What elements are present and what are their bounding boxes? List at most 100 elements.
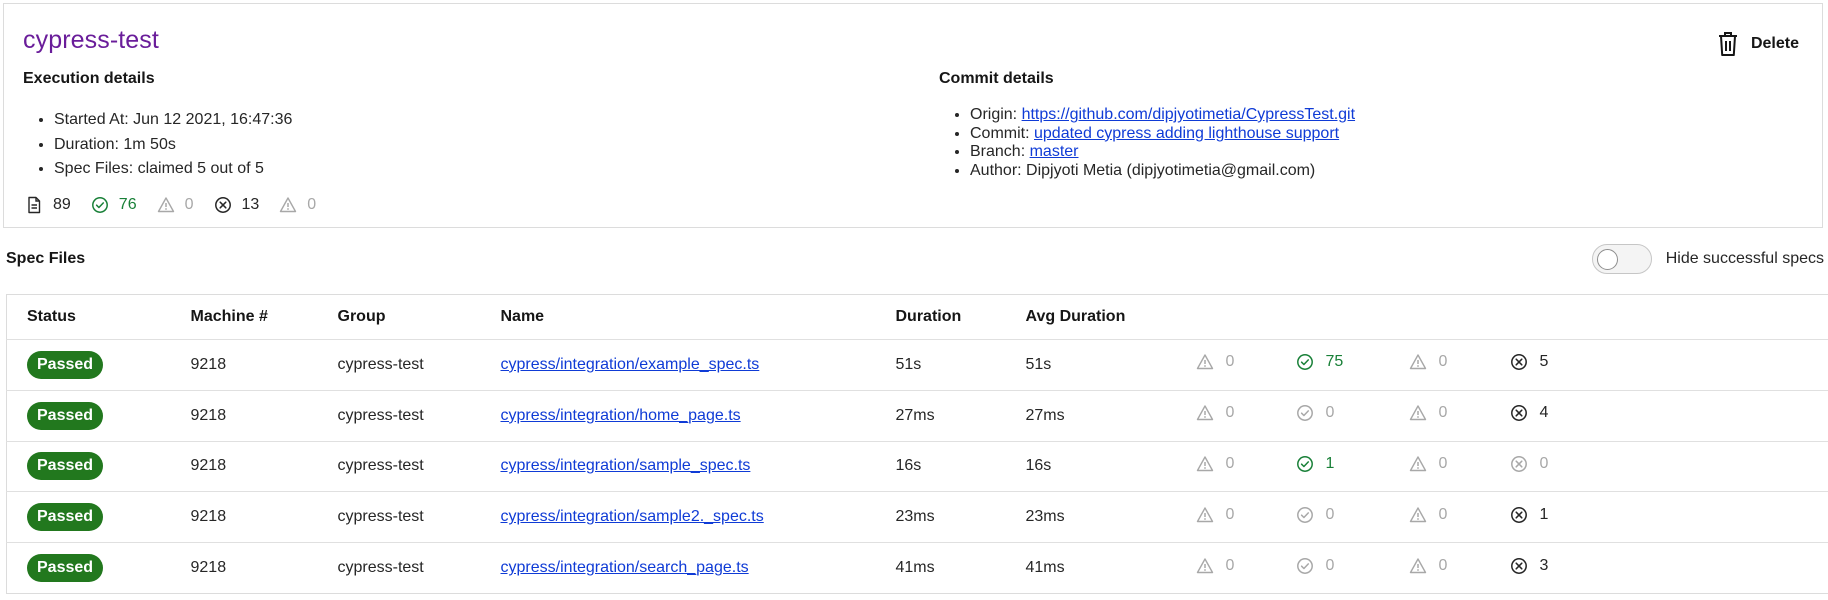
duration-cell: 27ms <box>875 390 1006 442</box>
group-cell: cypress-test <box>337 559 424 577</box>
group-cell: cypress-test <box>317 339 481 391</box>
spec-link[interactable]: cypress/integration/sample2._spec.ts <box>501 508 764 525</box>
spacer-cell <box>1589 491 1828 544</box>
passes-cell: 0 <box>1275 390 1389 442</box>
col-status: Status <box>6 294 171 340</box>
check-circle-icon <box>1296 557 1314 575</box>
stat-passes: 76 <box>91 196 137 214</box>
pending-stat: 0 <box>1409 353 1448 371</box>
status-badge: Passed <box>27 503 104 532</box>
failures-cell: 3 <box>1490 543 1590 594</box>
warning-triangle-icon <box>1409 506 1427 524</box>
machine-cell: 9218 <box>170 339 318 391</box>
check-circle-icon <box>1296 506 1314 524</box>
branch-link[interactable]: master <box>1030 143 1079 160</box>
status-badge: Passed <box>27 350 104 379</box>
warning-triangle-icon <box>1409 557 1427 575</box>
skipped-stat: 0 <box>1196 506 1234 524</box>
spec-link[interactable]: cypress/integration/home_page.ts <box>501 407 741 424</box>
pending-stat: 0 <box>1409 404 1448 422</box>
stat-failures-value: 13 <box>241 196 260 213</box>
failures-stat: 0 <box>1510 455 1548 473</box>
avg-duration-cell: 16s <box>1005 441 1176 493</box>
pending-value: 0 <box>1438 353 1448 371</box>
stat-skipped-value: 0 <box>307 196 317 213</box>
col-name: Name <box>480 294 876 340</box>
pending-value: 0 <box>1438 454 1448 472</box>
commit-message: Commit: updated cypress adding lighthous… <box>970 125 1355 144</box>
run-title: cypress-test <box>23 26 159 54</box>
skipped-cell: 0 <box>1175 339 1276 391</box>
pending-cell: 0 <box>1388 339 1490 391</box>
col-group: Group <box>317 294 481 340</box>
hide-successful-toggle[interactable] <box>1591 244 1652 274</box>
pending-value: 0 <box>1438 505 1448 523</box>
hide-successful-toggle-group: Hide successful specs <box>1591 244 1824 274</box>
table-row: Passed 9218 cypress-test cypress/integratio… <box>6 390 1828 442</box>
name-cell: cypress/integration/search_page.ts <box>481 543 876 594</box>
name-cell: cypress/integration/home_page.ts <box>480 390 876 442</box>
failures-stat: 4 <box>1510 404 1548 422</box>
spec-link[interactable]: cypress/integration/search_page.ts <box>501 559 749 576</box>
origin-label: Origin: <box>970 106 1022 123</box>
status-cell: Passed <box>6 339 171 391</box>
passes-cell: 0 <box>1276 543 1389 594</box>
warning-triangle-icon <box>1196 506 1214 524</box>
failures-stat: 3 <box>1510 557 1548 575</box>
check-circle-icon <box>1296 404 1314 422</box>
passes-stat: 0 <box>1296 404 1334 422</box>
pending-stat: 0 <box>1409 556 1448 575</box>
group-cell: cypress-test <box>317 491 481 544</box>
x-circle-icon <box>1510 455 1528 473</box>
passes-stat: 1 <box>1296 454 1335 473</box>
table-row: Passed 9218 cypress-test cypress/integratio… <box>6 339 1828 391</box>
commit-link[interactable]: updated cypress adding lighthouse suppor… <box>1034 125 1339 142</box>
pending-value: 0 <box>1438 404 1448 422</box>
col-empty <box>1589 294 1828 340</box>
passes-value: 1 <box>1325 454 1335 472</box>
origin-link[interactable]: https://github.com/dipjyotimetia/Cypress… <box>1022 106 1355 123</box>
skipped-value: 0 <box>1225 454 1235 472</box>
passes-cell: 75 <box>1275 339 1389 391</box>
skipped-cell: 0 <box>1176 543 1276 594</box>
check-circle-icon <box>91 196 109 214</box>
commit-details-list: Origin: https://github.com/dipjyotimetia… <box>939 106 1355 180</box>
warning-triangle-icon <box>1409 353 1427 371</box>
machine-cell: 9218 <box>170 491 318 544</box>
commit-branch: Branch: master <box>970 143 1355 162</box>
skipped-value: 0 <box>1225 556 1235 574</box>
spec-link[interactable]: cypress/integration/sample_spec.ts <box>501 457 751 474</box>
avg-duration-cell: 51s <box>1005 339 1176 391</box>
pending-cell: 0 <box>1389 543 1490 594</box>
status-badge: Passed <box>27 554 104 583</box>
document-icon <box>25 196 43 214</box>
col-machine: Machine # <box>170 294 318 340</box>
execution-details-heading: Execution details <box>23 70 155 87</box>
col-empty <box>1175 294 1276 340</box>
failures-cell: 0 <box>1489 441 1590 493</box>
warning-triangle-icon <box>1196 404 1214 422</box>
failures-value: 1 <box>1539 505 1549 523</box>
machine-cell: 9218 <box>190 559 227 577</box>
hide-successful-label: Hide successful specs <box>1665 250 1824 267</box>
passes-cell: 0 <box>1275 491 1389 544</box>
toggle-knob <box>1596 249 1618 270</box>
x-circle-icon <box>1510 557 1528 575</box>
commit-author: Author: Dipjyoti Metia (dipjyotimetia@gm… <box>970 162 1355 181</box>
spec-link[interactable]: cypress/integration/example_spec.ts <box>501 356 760 373</box>
passes-stat: 0 <box>1296 505 1335 524</box>
skipped-stat: 0 <box>1196 556 1235 575</box>
passes-value: 0 <box>1325 505 1335 523</box>
pending-value: 0 <box>1438 556 1448 574</box>
skipped-cell: 0 <box>1175 390 1276 442</box>
passes-stat: 0 <box>1296 557 1334 575</box>
skipped-value: 0 <box>1225 404 1235 422</box>
spacer-cell <box>1590 543 1828 594</box>
failures-cell: 4 <box>1489 390 1590 442</box>
stat-skipped: 0 <box>279 196 316 214</box>
duration-cell: 51s <box>875 339 1006 391</box>
duration-cell: 23ms <box>875 491 1006 544</box>
col-duration: Duration <box>875 294 1006 340</box>
warning-triangle-icon <box>157 196 175 214</box>
delete-button[interactable]: Delete <box>1717 31 1799 57</box>
